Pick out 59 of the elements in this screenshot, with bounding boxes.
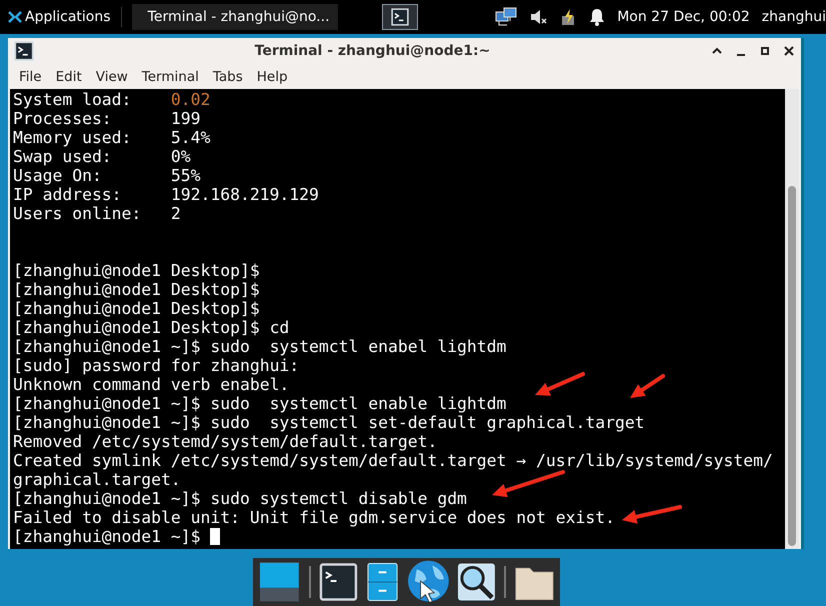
volume-muted-icon[interactable] — [529, 8, 548, 26]
text-cursor — [210, 528, 220, 545]
terminal-line: Unknown command verb enabel. — [13, 375, 290, 394]
menu-item[interactable]: Tabs — [206, 68, 250, 84]
terminal-line: [zhanghui@node1 Desktop]$ — [13, 261, 260, 280]
info-label: Processes: — [13, 109, 113, 128]
terminal-line: [zhanghui@node1 Desktop]$ — [13, 280, 260, 299]
notification-bell-icon[interactable] — [589, 8, 606, 26]
close-button[interactable] — [783, 45, 795, 57]
terminal-line: graphical.target. — [13, 470, 181, 489]
terminal-prompt: [zhanghui@node1 ~]$ — [13, 527, 202, 546]
info-value: 5.4% — [170, 128, 210, 147]
terminal-line: [zhanghui@node1 Desktop]$ — [13, 299, 260, 318]
clock[interactable]: Mon 27 Dec, 00:02 — [617, 9, 750, 25]
window-title: Terminal - zhanghui@node1:~ — [254, 43, 492, 59]
user-name[interactable]: zhanghui — [762, 9, 826, 25]
taskbar-button[interactable]: Terminal - zhanghui@no... — [132, 4, 338, 30]
info-label: Usage On: — [13, 166, 103, 185]
info-value: 199 — [170, 109, 200, 128]
search-icon[interactable] — [457, 562, 496, 602]
app-menu-icon — [8, 10, 22, 24]
menu-item[interactable]: Edit — [48, 68, 89, 84]
terminal-line: [zhanghui@node1 ~]$ sudo systemctl disable gdm — [13, 489, 467, 508]
terminal-line: [zhanghui@node1 ~]$ sudo systemctl enabel lightdm — [13, 337, 506, 356]
terminal-icon — [14, 41, 34, 61]
terminal-icon — [390, 8, 410, 26]
annotation-arrow — [535, 372, 585, 396]
file-cabinet-icon[interactable] — [366, 562, 399, 602]
info-label: Swap used: — [13, 147, 113, 166]
info-label: Memory used: — [13, 128, 132, 147]
terminal-line: [zhanghui@node1 Desktop]$ cd — [13, 318, 290, 337]
info-value: 55% — [170, 166, 200, 185]
applications-menu[interactable]: Applications — [8, 9, 111, 25]
maximize-button[interactable] — [759, 45, 771, 57]
menu-item[interactable]: View — [88, 68, 135, 84]
terminal-line: Failed to disable unit: Unit file gdm.service does not exist. — [13, 508, 615, 527]
info-label: System load: — [13, 90, 132, 109]
menu-item[interactable]: Terminal — [134, 68, 206, 84]
terminal-line: [zhanghui@node1 ~]$ sudo systemctl set-default graphical.target — [13, 413, 645, 432]
info-value: 2 — [170, 204, 181, 223]
terminal-line: Created symlink /etc/systemd/system/default.target → /usr/lib/systemd/system/ — [13, 451, 773, 470]
show-desktop-icon[interactable] — [258, 560, 301, 604]
globe-icon[interactable] — [406, 559, 450, 605]
terminal-line: Removed /etc/systemd/system/default.target. — [13, 432, 438, 451]
info-label: IP address: — [13, 185, 123, 204]
info-label: Users online: — [13, 204, 142, 223]
menu-item[interactable]: File — [12, 68, 49, 84]
annotation-arrow — [622, 505, 682, 524]
info-value: 192.168.219.129 — [170, 185, 319, 204]
menu-item[interactable]: Help — [250, 68, 295, 84]
info-value: 0% — [170, 147, 191, 166]
terminal-icon[interactable] — [318, 562, 358, 602]
terminal-line: [sudo] password for zhanghui: — [13, 356, 300, 375]
annotation-arrow — [630, 374, 665, 398]
network-icon[interactable] — [495, 7, 518, 27]
terminal-line: [zhanghui@node1 ~]$ sudo systemctl enable lightdm — [13, 394, 506, 413]
terminal-launcher-button[interactable] — [382, 4, 418, 30]
info-value: 0.02 — [170, 90, 210, 109]
scrollbar[interactable] — [785, 89, 799, 549]
